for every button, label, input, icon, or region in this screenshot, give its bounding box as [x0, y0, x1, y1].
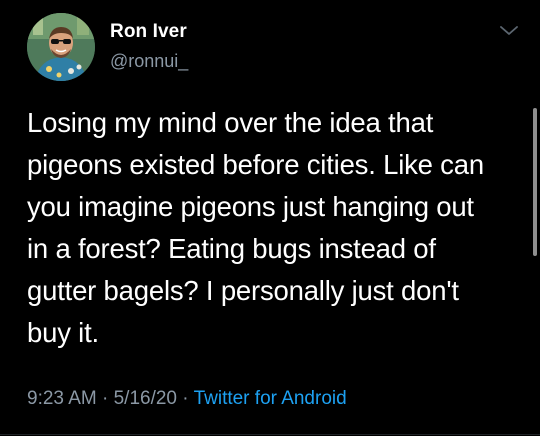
tweet-date[interactable]: 5/16/20 — [114, 388, 177, 409]
scrollbar[interactable] — [533, 0, 538, 436]
tweet-line: gutter bagels? I personally just don't — [27, 275, 459, 306]
tweet-line: you imagine pigeons just hanging out — [27, 191, 474, 222]
meta-separator: · — [102, 388, 114, 409]
tweet-line: Losing my mind over the idea that — [27, 107, 434, 138]
scrollbar-thumb[interactable] — [533, 108, 537, 256]
divider — [0, 434, 540, 435]
author-handle[interactable]: @ronnui_ — [110, 51, 188, 72]
author-display-name[interactable]: Ron Iver — [110, 21, 187, 43]
tweet-time[interactable]: 9:23 AM — [27, 388, 97, 409]
tweet-metadata: 9:23 AM · 5/16/20 · Twitter for Android — [27, 388, 347, 410]
chevron-down-icon[interactable] — [498, 24, 520, 38]
tweet-text: Losing my mind over the idea that pigeon… — [27, 102, 513, 354]
tweet-line: buy it. — [27, 317, 99, 348]
tweet: Ron Iver @ronnui_ Losing my mind over th… — [0, 0, 540, 436]
tweet-line: in a forest? Eating bugs instead of — [27, 233, 436, 264]
tweet-source-link[interactable]: Twitter for Android — [194, 388, 347, 409]
meta-separator: · — [182, 388, 194, 409]
avatar[interactable] — [27, 13, 95, 81]
tweet-line: pigeons existed before cities. Like can — [27, 149, 484, 180]
